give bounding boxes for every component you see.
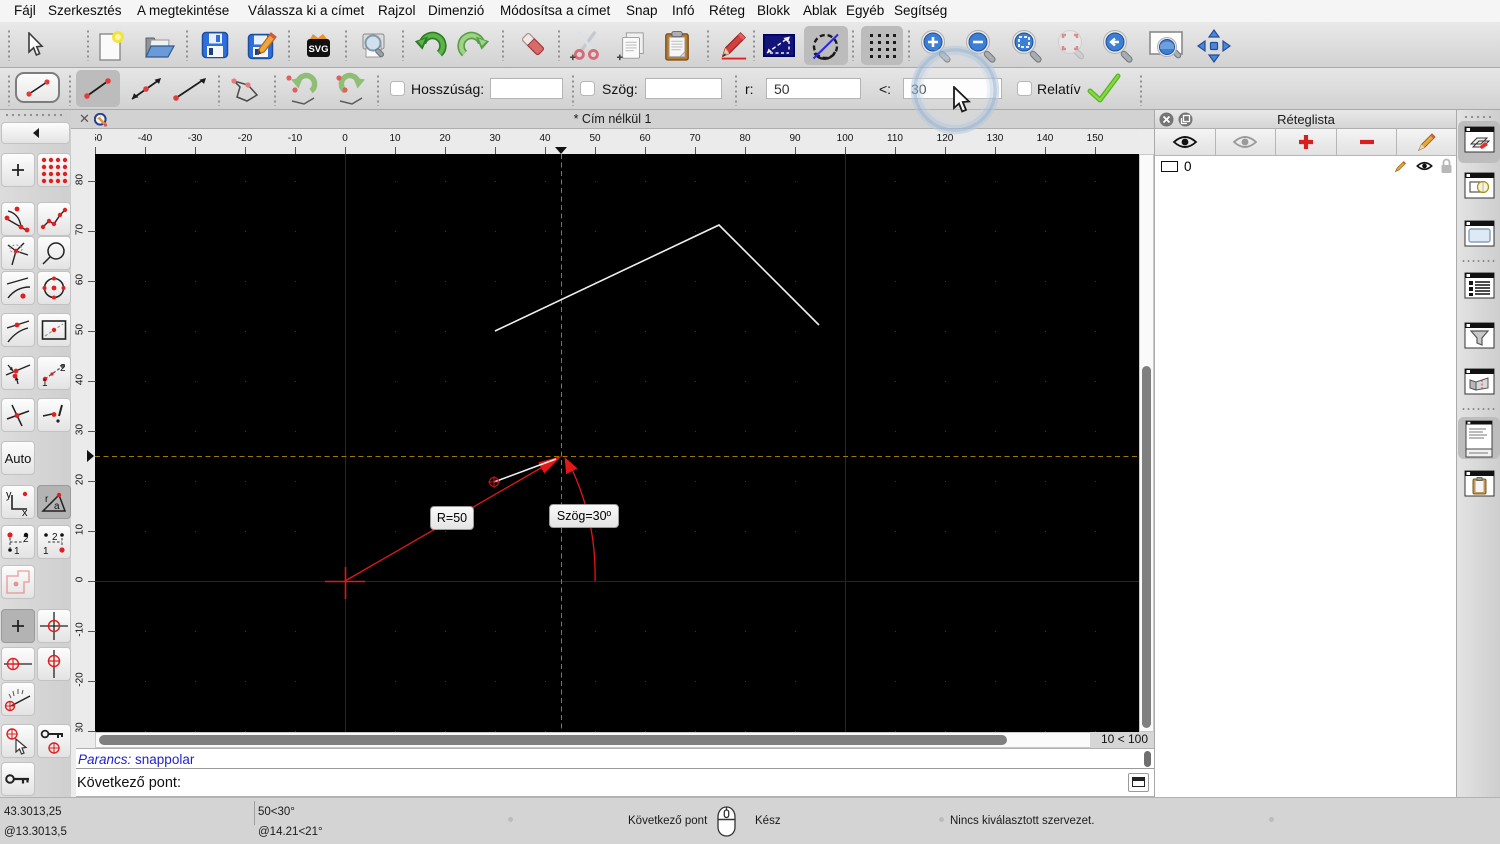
svg-text:2: 2 (23, 534, 29, 545)
svg-text:y: y (6, 489, 12, 501)
svg-text:SVG: SVG (308, 44, 328, 55)
svg-text:a: a (54, 501, 60, 512)
svg-text:2: 2 (60, 363, 66, 374)
svg-text:x: x (22, 507, 28, 516)
svg-text:r: r (45, 494, 49, 505)
svg-text:1: 1 (14, 546, 20, 556)
svg-text:2: 2 (52, 532, 58, 543)
svg-text:1: 1 (43, 546, 49, 556)
svg-text:1: 1 (42, 378, 48, 387)
